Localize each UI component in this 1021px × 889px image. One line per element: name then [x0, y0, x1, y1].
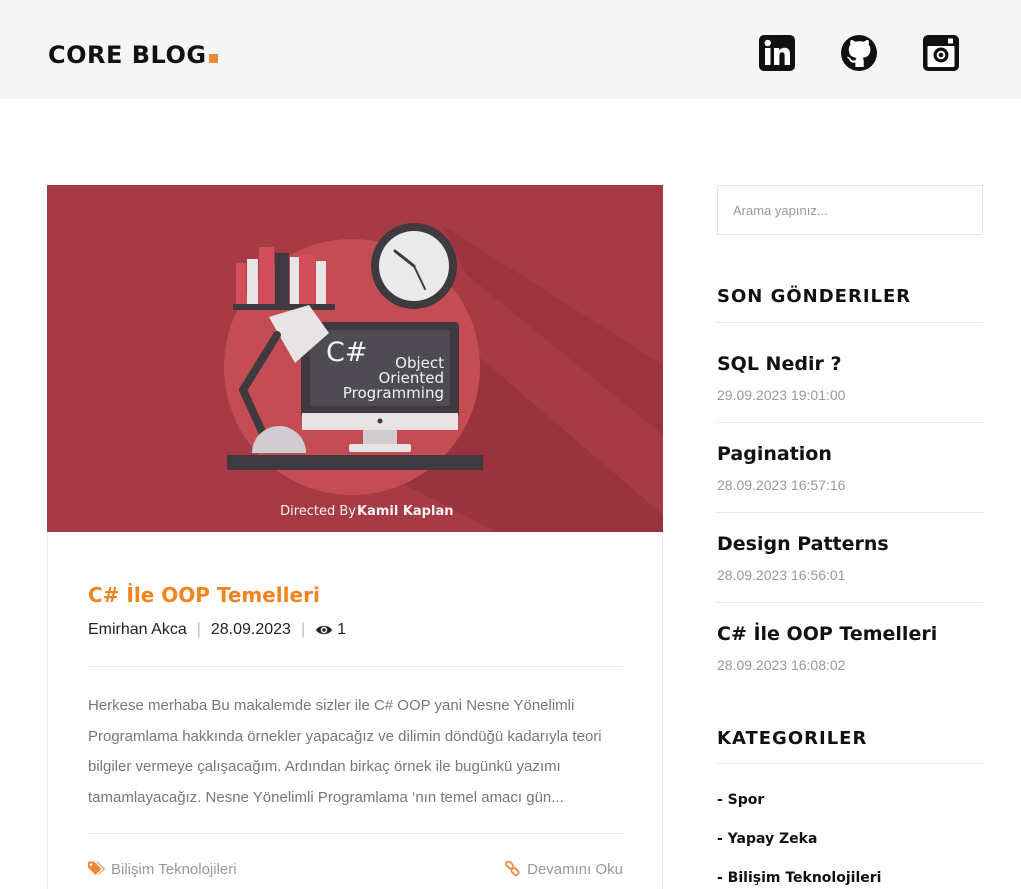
logo-text[interactable]: CORE BLOG [48, 41, 207, 69]
recent-post-title[interactable]: SQL Nedir ? [717, 352, 983, 376]
github-icon [841, 35, 877, 71]
instagram-icon [923, 35, 959, 71]
recent-post-title[interactable]: Pagination [717, 442, 983, 466]
recent-post-item[interactable]: Pagination 28.09.2023 16:57:16 [717, 442, 983, 494]
recent-post-divider [717, 422, 983, 423]
post-category[interactable]: Bilişim Teknolojileri [111, 861, 237, 878]
recent-post-date: 28.09.2023 16:57:16 [717, 477, 846, 493]
site-logo[interactable]: CORE BLOG [48, 41, 218, 69]
github-link[interactable] [840, 34, 878, 72]
recent-post-item[interactable]: SQL Nedir ? 29.09.2023 19:01:00 [717, 352, 983, 404]
recent-post-title[interactable]: Design Patterns [717, 532, 983, 556]
linkedin-icon [759, 35, 795, 71]
post-divider-top [88, 666, 623, 667]
logo-accent-dot [208, 54, 218, 63]
eye-icon [316, 625, 333, 635]
instagram-link[interactable] [922, 34, 960, 72]
post-category-link[interactable]: Bilişim Teknolojileri [88, 861, 237, 878]
image-caption-name: Kamil Kaplan [357, 504, 453, 519]
image-lang-label: C# [326, 337, 367, 368]
recent-posts-title: SON GÖNDERILER [717, 286, 912, 307]
post-card: C# Object Oriented Programming Directed … [47, 185, 663, 889]
recent-post-date: 28.09.2023 16:08:02 [717, 657, 846, 673]
site-header: CORE BLOG [0, 0, 1021, 99]
tags-icon [88, 861, 105, 875]
post-excerpt: Herkese merhaba Bu makalemde sizler ile … [88, 697, 602, 806]
oop-illustration: C# Object Oriented Programming Directed … [47, 185, 663, 532]
post-title[interactable]: C# İle OOP Temelleri [88, 582, 623, 608]
recent-post-divider [717, 512, 983, 513]
post-featured-image[interactable]: C# Object Oriented Programming Directed … [47, 185, 663, 532]
category-item[interactable]: - Spor [717, 792, 764, 808]
category-item[interactable]: - Yapay Zeka [717, 831, 817, 847]
link-icon [505, 861, 520, 876]
post-views: 1 [337, 621, 347, 638]
post-divider-bottom [88, 833, 623, 834]
recent-post-title[interactable]: C# İle OOP Temelleri [717, 622, 983, 646]
meta-separator: | [196, 621, 201, 638]
recent-post-item[interactable]: Design Patterns 28.09.2023 16:56:01 [717, 532, 983, 584]
search-input[interactable] [718, 186, 982, 234]
category-item[interactable]: - Bilişim Teknolojileri [717, 870, 881, 886]
search-box [717, 185, 983, 235]
recent-post-divider [717, 602, 983, 603]
image-line-3: Programming [343, 384, 444, 402]
meta-separator: | [300, 621, 306, 638]
read-more-link[interactable]: Devamını Oku [504, 861, 623, 878]
recent-post-date: 28.09.2023 16:56:01 [717, 567, 846, 583]
recent-post-item[interactable]: C# İle OOP Temelleri 28.09.2023 16:08:02 [717, 622, 983, 674]
post-body: C# İle OOP Temelleri Emirhan Akca | 28.0… [88, 582, 623, 878]
post-date: 28.09.2023 [210, 621, 291, 638]
post-meta: Emirhan Akca | 28.09.2023 | 1 [88, 620, 623, 640]
recent-post-date: 29.09.2023 19:01:00 [717, 387, 846, 403]
read-more-label[interactable]: Devamını Oku [527, 861, 623, 878]
post-author: Emirhan Akca [88, 621, 187, 638]
linkedin-link[interactable] [758, 34, 796, 72]
categories-title: KATEGORILER [717, 728, 868, 749]
recent-posts-title-line [717, 322, 983, 323]
post-footer: Bilişim Teknolojileri Devamını Oku [88, 861, 623, 878]
image-caption-prefix: Directed By [280, 504, 356, 519]
categories-title-line [717, 763, 983, 764]
